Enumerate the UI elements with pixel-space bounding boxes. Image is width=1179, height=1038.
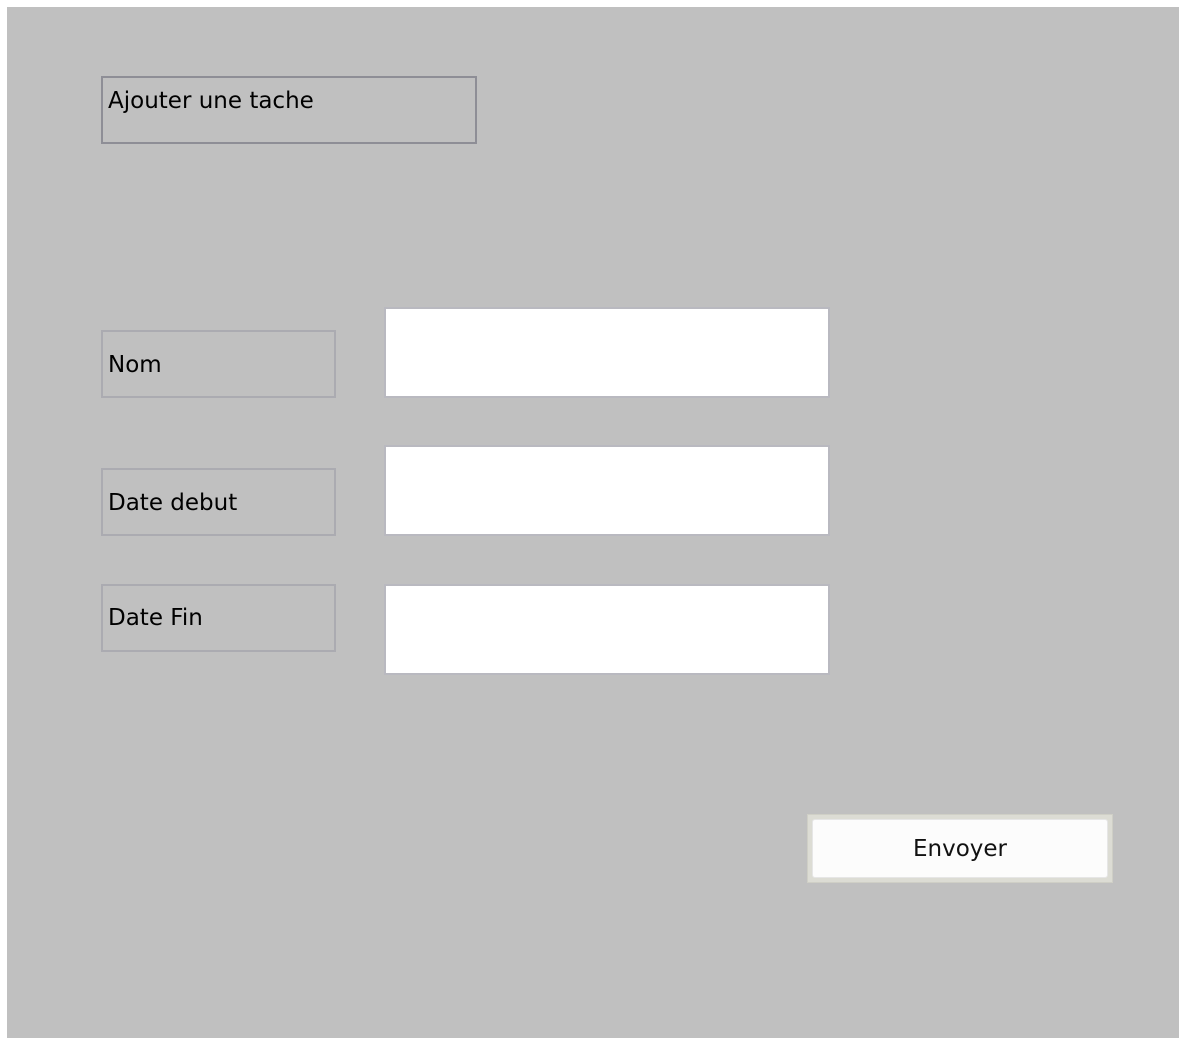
date-fin-input[interactable] [384,584,830,675]
envoyer-button[interactable]: Envoyer [812,819,1108,878]
date-fin-label: Date Fin [101,584,336,652]
form-window: Ajouter une tache Nom Date debut Date Fi… [7,7,1179,1038]
date-debut-label: Date debut [101,468,336,536]
nom-label: Nom [101,330,336,398]
date-debut-input[interactable] [384,445,830,536]
nom-input[interactable] [384,307,830,398]
form-title: Ajouter une tache [101,76,477,144]
submit-button-frame: Envoyer [807,814,1113,883]
